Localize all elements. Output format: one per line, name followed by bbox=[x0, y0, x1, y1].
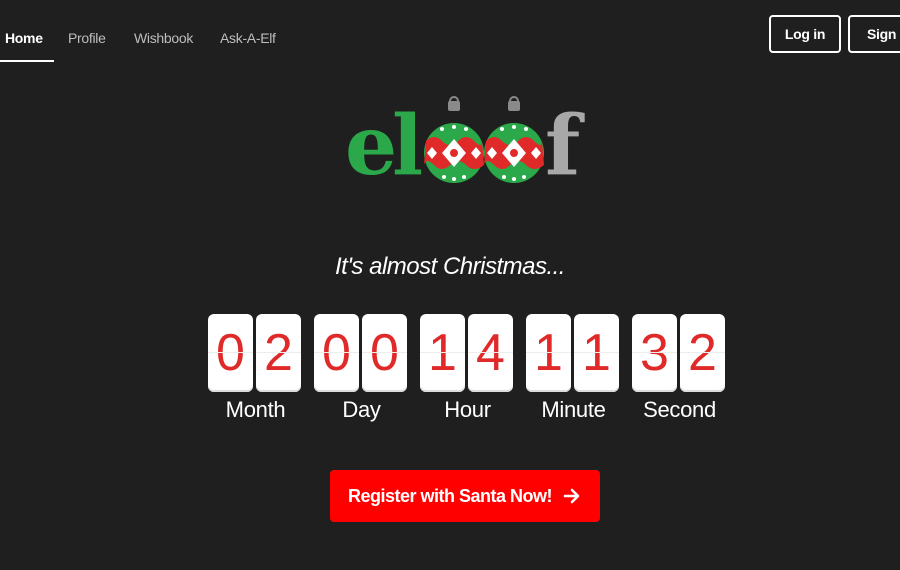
countdown-digit: 1 bbox=[420, 314, 465, 392]
countdown-digit: 2 bbox=[256, 314, 301, 392]
nav-item-profile[interactable]: Profile bbox=[68, 30, 106, 46]
countdown-digit: 1 bbox=[526, 314, 571, 392]
ornament-o-icon bbox=[484, 96, 544, 183]
countdown-digit: 2 bbox=[680, 314, 725, 392]
countdown-second: 3 2 Second bbox=[632, 314, 727, 424]
nav-item-home[interactable]: Home bbox=[5, 30, 43, 46]
countdown-digit: 0 bbox=[362, 314, 407, 392]
ornament-o-icon bbox=[424, 96, 484, 183]
countdown-digit: 1 bbox=[574, 314, 619, 392]
arrow-right-icon bbox=[563, 488, 580, 504]
login-button[interactable]: Log in bbox=[769, 15, 841, 53]
eloof-logo: e l f bbox=[340, 95, 600, 190]
register-with-santa-button[interactable]: Register with Santa Now! bbox=[330, 470, 600, 522]
nav-active-underline bbox=[0, 60, 54, 62]
tagline: It's almost Christmas... bbox=[335, 253, 565, 280]
countdown-minute: 1 1 Minute bbox=[526, 314, 621, 424]
countdown-label: Second bbox=[643, 397, 716, 422]
countdown-day: 0 0 Day bbox=[314, 314, 409, 424]
countdown-hour: 1 4 Hour bbox=[420, 314, 515, 424]
cta-label: Register with Santa Now! bbox=[347, 485, 553, 506]
top-nav: Home Profile Wishbook Ask-A-Elf Log in S… bbox=[0, 0, 900, 70]
countdown-digit: 0 bbox=[208, 314, 253, 392]
countdown-timer: 0 2 Month 0 0 Day 1 4 Hour 1 1 Minute 3 … bbox=[208, 314, 728, 434]
logo-letter-l: l bbox=[392, 98, 424, 194]
signup-button[interactable]: Sign Up bbox=[848, 15, 900, 53]
countdown-digit: 4 bbox=[468, 314, 513, 392]
logo-letter-e: e bbox=[345, 98, 398, 194]
nav-item-wishbook[interactable]: Wishbook bbox=[134, 30, 193, 46]
countdown-digit: 3 bbox=[632, 314, 677, 392]
nav-item-ask-a-elf[interactable]: Ask-A-Elf bbox=[220, 30, 276, 46]
logo-letter-f: f bbox=[545, 98, 581, 194]
countdown-digit: 0 bbox=[314, 314, 359, 392]
countdown-month: 0 2 Month bbox=[208, 314, 303, 424]
